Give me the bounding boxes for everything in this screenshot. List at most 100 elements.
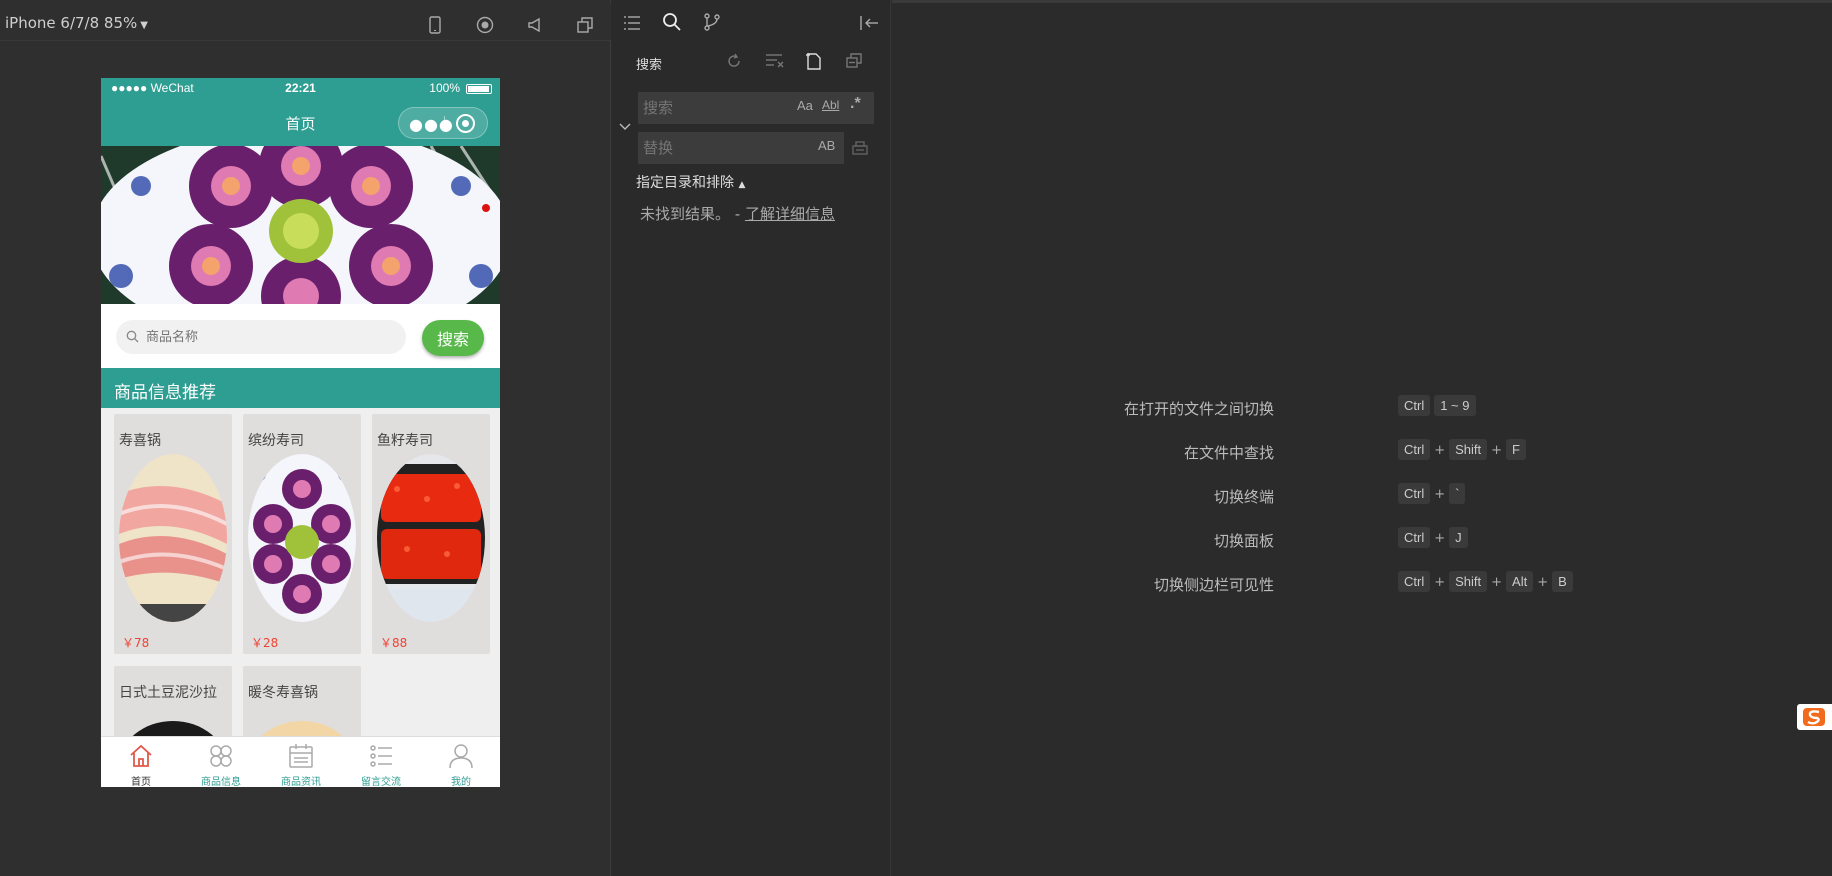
grid-icon	[210, 745, 232, 767]
plus-sign: +	[1434, 531, 1446, 546]
shortcut-label: 在打开的文件之间切换	[1123, 400, 1274, 418]
editor-welcome-area: 在打开的文件之间切换 Ctrl 1 ~ 9 在文件中查找 Ctrl + Shift + F…	[892, 0, 1832, 876]
caret-up-icon: ▲	[738, 180, 746, 190]
activity-bar	[612, 3, 891, 41]
search-icon	[126, 330, 139, 343]
product-name: 缤纷寿司	[248, 433, 304, 449]
key-cap: F	[1506, 439, 1526, 460]
tab-home[interactable]: 首页	[101, 737, 181, 787]
simulator-toolbar: iPhone 6/7/8 85% ▼	[0, 3, 611, 41]
key-cap: Ctrl	[1398, 483, 1431, 504]
tab-profile[interactable]: 我的	[421, 737, 500, 787]
tab-label: 首页	[131, 777, 151, 787]
input-method-icon[interactable]	[1797, 704, 1832, 730]
scope-label: 指定目录和排除	[636, 175, 734, 191]
more-icon[interactable]: ●●●	[409, 115, 454, 134]
shortcut-row: 在文件中查找 Ctrl + Shift + F	[892, 437, 1832, 467]
tab-label: 我的	[451, 777, 471, 787]
search-box	[116, 320, 406, 354]
find-input[interactable]	[643, 98, 793, 118]
shortcut-row: 切换侧边栏可见性 Ctrl + Shift + Alt + B	[892, 569, 1832, 599]
battery-percent: 100%	[429, 81, 460, 95]
home-icon	[130, 744, 152, 767]
miniprogram-capsule: ●●●	[398, 107, 488, 139]
regex-toggle[interactable]: .*	[850, 95, 861, 113]
collapse-panel-icon[interactable]	[858, 13, 880, 33]
tab-messages[interactable]: 留言交流	[341, 737, 421, 787]
product-card[interactable]: 缤纷寿司 ￥28	[243, 414, 361, 654]
chevron-down-icon: ▼	[140, 20, 148, 31]
list-icon	[370, 745, 392, 767]
replace-all-icon[interactable]	[851, 139, 869, 157]
shortcut-label: 切换侧边栏可见性	[1153, 576, 1274, 594]
match-case-toggle[interactable]: Aa	[797, 98, 813, 113]
user-icon	[449, 744, 473, 769]
search-panel: 搜索 Aa Abl .* AB 指定目录和排除 ▲ 未找到结果。 - 了解详细信…	[612, 0, 891, 876]
banner-image[interactable]	[101, 146, 500, 304]
search-icon[interactable]	[662, 12, 682, 32]
tab-bar: 首页 商品信息 商品资讯 留言交流 我的	[101, 736, 500, 787]
product-price: ￥88	[380, 636, 408, 650]
phone-screen: ●●●●● WeChat 22:21 100% 首页 ●●● 商品名称 搜索 商…	[101, 78, 500, 787]
key-cap: Ctrl	[1398, 395, 1431, 416]
source-control-icon[interactable]	[702, 12, 722, 32]
battery-icon	[466, 84, 492, 94]
shortcut-keys: Ctrl 1 ~ 9	[1398, 395, 1480, 416]
replace-input[interactable]	[643, 138, 793, 158]
simulator-panel: iPhone 6/7/8 85% ▼ ●●●●● WeChat 22:21 100…	[0, 0, 611, 876]
plus-sign: +	[1537, 575, 1549, 590]
device-select[interactable]: iPhone 6/7/8 85% ▼	[5, 14, 148, 32]
clear-results-icon[interactable]	[765, 52, 785, 70]
plus-sign: +	[1434, 575, 1446, 590]
find-field: Aa Abl .*	[638, 92, 874, 124]
tab-label: 商品资讯	[281, 777, 321, 787]
product-image	[248, 454, 356, 622]
product-image	[377, 454, 485, 622]
product-card[interactable]: 鱼籽寿司 ￥88	[372, 414, 490, 654]
key-cap: Ctrl	[1398, 527, 1431, 548]
shortcut-label: 切换终端	[1213, 488, 1274, 506]
tab-news[interactable]: 商品资讯	[261, 737, 341, 787]
whole-word-toggle[interactable]: Abl	[822, 98, 839, 112]
device-label: iPhone 6/7/8 85%	[5, 14, 138, 32]
product-price: ￥78	[122, 636, 150, 650]
product-search-input[interactable]	[146, 327, 396, 347]
shortcut-row: 在打开的文件之间切换 Ctrl 1 ~ 9	[892, 393, 1832, 423]
close-miniprogram-icon[interactable]	[456, 114, 475, 133]
explorer-list-icon[interactable]	[622, 13, 642, 33]
shortcut-row: 切换面板 Ctrl + J	[892, 525, 1832, 555]
tab-label: 商品信息	[201, 777, 241, 787]
search-button[interactable]: 搜索	[422, 320, 484, 356]
shortcut-label: 在文件中查找	[1183, 444, 1274, 462]
learn-more-link[interactable]: 了解详细信息	[745, 205, 835, 223]
refresh-icon[interactable]	[725, 52, 743, 70]
no-result-message: 未找到结果。 - 了解详细信息	[640, 203, 835, 224]
record-icon[interactable]	[475, 15, 495, 35]
product-card[interactable]: 寿喜锅 ￥78	[114, 414, 232, 654]
shortcut-row: 切换终端 Ctrl + `	[892, 481, 1832, 511]
include-exclude-toggle[interactable]: 指定目录和排除 ▲	[636, 172, 745, 192]
key-cap: `	[1449, 483, 1466, 504]
plus-sign: +	[1434, 487, 1446, 502]
sound-icon[interactable]	[525, 15, 545, 35]
product-image	[119, 454, 227, 622]
key-cap: 1 ~ 9	[1434, 395, 1476, 416]
status-bar: ●●●●● WeChat 22:21 100%	[101, 78, 500, 98]
product-name: 寿喜锅	[119, 433, 161, 449]
key-cap: J	[1449, 527, 1468, 548]
phone-icon[interactable]	[425, 15, 445, 35]
section-title: 商品信息推荐	[101, 368, 500, 408]
key-cap: B	[1552, 571, 1573, 592]
toggle-replace-chevron-icon[interactable]	[618, 120, 632, 134]
calendar-icon	[289, 744, 313, 768]
preserve-case-toggle[interactable]: AB	[818, 138, 835, 153]
tab-products[interactable]: 商品信息	[181, 737, 261, 787]
new-search-editor-icon[interactable]	[805, 51, 823, 71]
product-name: 鱼籽寿司	[377, 433, 433, 449]
collapse-all-icon[interactable]	[845, 52, 863, 70]
key-cap: Shift	[1449, 571, 1488, 592]
plus-sign: +	[1491, 575, 1503, 590]
replace-field: AB	[638, 132, 844, 164]
detach-window-icon[interactable]	[575, 15, 595, 35]
search-row: 搜索	[101, 304, 500, 368]
